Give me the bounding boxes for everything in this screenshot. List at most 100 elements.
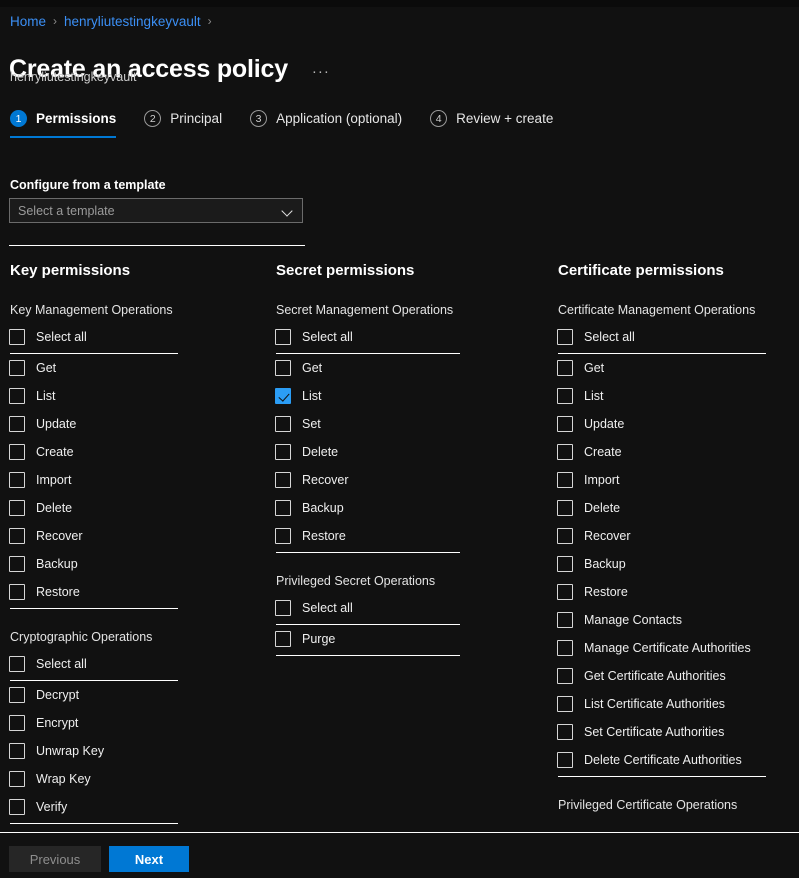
tab-principal[interactable]: 2 Principal [144,108,222,138]
checkbox-row-delete[interactable]: Delete [275,438,525,466]
checkbox-unchecked-icon[interactable] [9,771,25,787]
checkbox-unchecked-icon[interactable] [275,416,291,432]
checkbox-label: Wrap Key [36,772,91,786]
checkbox-row-delete[interactable]: Delete [557,494,792,522]
checkbox-unchecked-icon[interactable] [557,640,573,656]
checkbox-unchecked-icon[interactable] [9,743,25,759]
template-select[interactable]: Select a template [9,198,303,223]
checkbox-row-delete[interactable]: Delete [9,494,259,522]
checkbox-unchecked-icon[interactable] [557,444,573,460]
checkbox-unchecked-icon[interactable] [275,329,291,345]
checkbox-row-get[interactable]: Get [9,354,259,382]
checkbox-unchecked-icon[interactable] [9,360,25,376]
checkbox-row-recover[interactable]: Recover [557,522,792,550]
top-chrome-strip [0,0,799,7]
checkbox-unchecked-icon[interactable] [9,500,25,516]
checkbox-unchecked-icon[interactable] [557,612,573,628]
more-options-icon[interactable]: ··· [308,62,334,81]
checkbox-unchecked-icon[interactable] [557,528,573,544]
checkbox-row-decrypt[interactable]: Decrypt [9,681,259,709]
checkbox-row-restore[interactable]: Restore [9,578,259,606]
checkbox-unchecked-icon[interactable] [9,329,25,345]
checkbox-row-list-certificate-authorities[interactable]: List Certificate Authorities [557,690,792,718]
checkbox-row-restore[interactable]: Restore [557,578,792,606]
checkbox-row-create[interactable]: Create [9,438,259,466]
checkbox-unchecked-icon[interactable] [275,444,291,460]
checkbox-row-select-all[interactable]: Select all [9,650,259,678]
checkbox-row-select-all[interactable]: Select all [275,594,525,622]
next-button[interactable]: Next [109,846,189,872]
checkbox-unchecked-icon[interactable] [557,329,573,345]
checkbox-unchecked-icon[interactable] [557,360,573,376]
checkbox-unchecked-icon[interactable] [9,444,25,460]
checkbox-row-update[interactable]: Update [557,410,792,438]
checkbox-unchecked-icon[interactable] [9,687,25,703]
checkbox-row-purge[interactable]: Purge [275,625,525,653]
checkbox-unchecked-icon[interactable] [275,528,291,544]
checkbox-unchecked-icon[interactable] [9,528,25,544]
checkbox-row-get[interactable]: Get [557,354,792,382]
group-title-key-management-operations: Key Management Operations [10,303,173,317]
checkbox-unchecked-icon[interactable] [275,631,291,647]
checkbox-unchecked-icon[interactable] [557,584,573,600]
checkbox-row-list[interactable]: List [9,382,259,410]
checkbox-unchecked-icon[interactable] [275,472,291,488]
checkbox-unchecked-icon[interactable] [557,500,573,516]
tab-review-create[interactable]: 4 Review + create [430,108,553,138]
checkbox-row-backup[interactable]: Backup [9,550,259,578]
checkbox-unchecked-icon[interactable] [9,584,25,600]
previous-button[interactable]: Previous [9,846,101,872]
checkbox-unchecked-icon[interactable] [557,472,573,488]
checkbox-unchecked-icon[interactable] [9,556,25,572]
checkbox-row-delete-certificate-authorities[interactable]: Delete Certificate Authorities [557,746,792,774]
checkbox-row-restore[interactable]: Restore [275,522,525,550]
checkbox-unchecked-icon[interactable] [9,388,25,404]
checkbox-row-import[interactable]: Import [557,466,792,494]
checkbox-checked-icon[interactable] [275,388,291,404]
checkbox-row-select-all[interactable]: Select all [275,323,525,351]
create-access-policy-page: Home › henryliutestingkeyvault › Create … [0,0,799,878]
checkbox-unchecked-icon[interactable] [9,472,25,488]
checkbox-unchecked-icon[interactable] [9,416,25,432]
checkbox-row-list[interactable]: List [275,382,525,410]
checkbox-row-select-all[interactable]: Select all [557,323,792,351]
checkbox-unchecked-icon[interactable] [557,668,573,684]
checkbox-row-manage-contacts[interactable]: Manage Contacts [557,606,792,634]
checkbox-unchecked-icon[interactable] [557,752,573,768]
breadcrumb-item-home[interactable]: Home [10,14,46,29]
checkbox-row-recover[interactable]: Recover [9,522,259,550]
checkbox-row-recover[interactable]: Recover [275,466,525,494]
checkbox-row-set-certificate-authorities[interactable]: Set Certificate Authorities [557,718,792,746]
checkbox-row-update[interactable]: Update [9,410,259,438]
checkbox-unchecked-icon[interactable] [275,500,291,516]
tab-permissions[interactable]: 1 Permissions [10,108,117,138]
checkbox-unchecked-icon[interactable] [557,556,573,572]
checkbox-row-get-certificate-authorities[interactable]: Get Certificate Authorities [557,662,792,690]
checkbox-unchecked-icon[interactable] [9,715,25,731]
checkbox-unchecked-icon[interactable] [9,799,25,815]
checkbox-row-select-all[interactable]: Select all [9,323,259,351]
checkbox-unchecked-icon[interactable] [557,696,573,712]
checkbox-row-manage-certificate-authorities[interactable]: Manage Certificate Authorities [557,634,792,662]
checkbox-row-create[interactable]: Create [557,438,792,466]
checkbox-row-set[interactable]: Set [275,410,525,438]
checkbox-unchecked-icon[interactable] [557,388,573,404]
tab-application[interactable]: 3 Application (optional) [250,108,402,138]
checkbox-unchecked-icon[interactable] [9,656,25,672]
checkbox-row-import[interactable]: Import [9,466,259,494]
checkbox-row-backup[interactable]: Backup [275,494,525,522]
checkbox-unchecked-icon[interactable] [275,360,291,376]
checkbox-unchecked-icon[interactable] [275,600,291,616]
checkbox-row-get[interactable]: Get [275,354,525,382]
breadcrumb-item-keyvault[interactable]: henryliutestingkeyvault [64,14,201,29]
checkbox-unchecked-icon[interactable] [557,724,573,740]
checkbox-row-encrypt[interactable]: Encrypt [9,709,259,737]
checkbox-row-backup[interactable]: Backup [557,550,792,578]
checkbox-label: Create [584,445,622,459]
checkbox-row-unwrap-key[interactable]: Unwrap Key [9,737,259,765]
checkbox-row-verify[interactable]: Verify [9,793,259,821]
group-title-privileged-secret-operations: Privileged Secret Operations [276,574,436,588]
checkbox-row-list[interactable]: List [557,382,792,410]
checkbox-row-wrap-key[interactable]: Wrap Key [9,765,259,793]
checkbox-unchecked-icon[interactable] [557,416,573,432]
